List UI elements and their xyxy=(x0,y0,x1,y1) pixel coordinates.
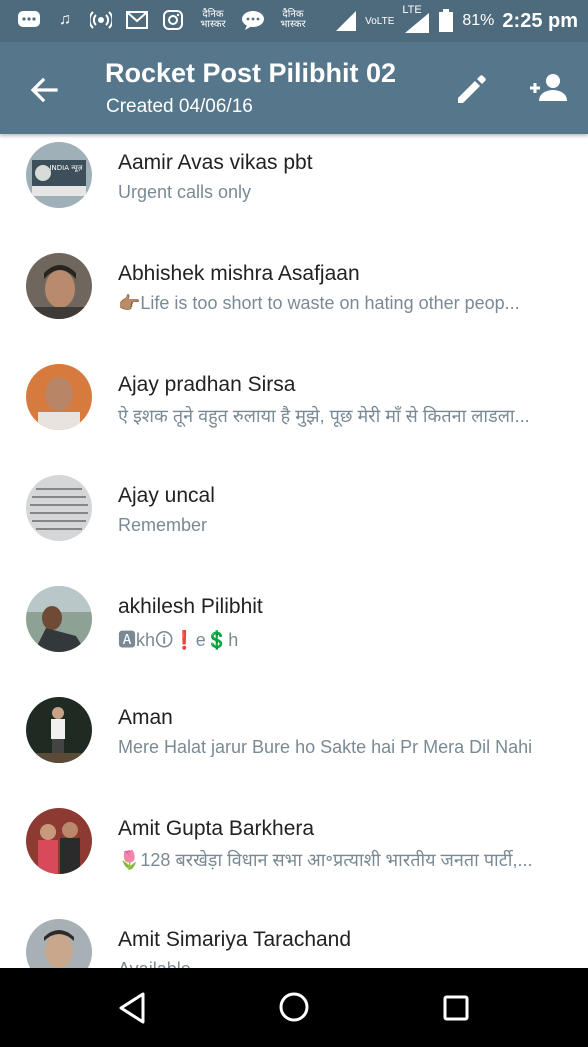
avatar-text: INDIA न्यूज़ xyxy=(49,164,83,172)
contact-status: Remember xyxy=(118,515,208,535)
navigation-bar xyxy=(0,968,588,1047)
contact-row[interactable]: INDIA न्यूज़ Aamir Avas vikas pbt Urgent… xyxy=(0,134,588,245)
gmail-icon xyxy=(124,8,150,32)
add-person-icon[interactable] xyxy=(526,70,570,106)
bhaskar-icon: दैनिक भास्कर xyxy=(280,9,306,30)
group-title: Rocket Post Pilibhit 02 xyxy=(105,58,397,88)
instagram-icon xyxy=(160,8,186,32)
contact-name: Abhishek mishra Asafjaan xyxy=(118,262,360,285)
bhaskar-icon: दैनिक भास्कर xyxy=(200,9,226,30)
avatar xyxy=(26,919,92,968)
avatar xyxy=(26,808,92,874)
signal-icon xyxy=(336,11,357,31)
avatar xyxy=(26,586,92,652)
contact-row[interactable]: Amit Gupta Barkhera 🌷128 बरखेड़ा विधान स… xyxy=(0,800,588,911)
lte-signal-icon: LTE xyxy=(402,4,430,34)
volte-label: VoLTE xyxy=(365,15,395,27)
contact-row[interactable]: akhilesh Pilibhit 🅰kh🛈❗e💲h xyxy=(0,578,588,689)
contact-name: akhilesh Pilibhit xyxy=(118,595,263,618)
contact-status: Mere Halat jarur Bure ho Sakte hai Pr Me… xyxy=(118,737,533,757)
contact-status: Available xyxy=(118,959,568,968)
edit-pencil-icon[interactable] xyxy=(454,70,490,106)
contact-row[interactable]: Ajay pradhan Sirsa ऐ इशक तूने वहुत रुलाय… xyxy=(0,356,588,467)
contact-name: Ajay uncal xyxy=(118,484,215,507)
group-created-date: Created 04/06/16 xyxy=(106,96,253,117)
contact-name: Amit Simariya Tarachand xyxy=(118,928,352,951)
contact-status: Urgent calls only xyxy=(118,182,252,202)
contact-row[interactable]: Amit Simariya Tarachand Available xyxy=(0,911,588,968)
nav-recents-icon[interactable] xyxy=(436,988,476,1028)
nav-back-icon[interactable] xyxy=(112,988,152,1028)
hotspot-icon xyxy=(88,8,114,32)
contact-row[interactable]: Aman Mere Halat jarur Bure ho Sakte hai … xyxy=(0,689,588,800)
message-icon xyxy=(16,8,42,32)
notification-icons: ♫ दैनिक भास्कर दैनिक भास्कर xyxy=(16,8,310,32)
contact-status: ऐ इशक तूने वहुत रुलाया है मुझे, पूछ मेरी… xyxy=(118,406,530,426)
battery-icon xyxy=(439,9,454,32)
chat-bubble-icon xyxy=(240,8,266,32)
contact-name: Ajay pradhan Sirsa xyxy=(118,373,296,396)
avatar xyxy=(26,364,92,430)
battery-percent: 81% xyxy=(462,12,495,29)
contact-status: 👉🏽Life is too short to waste on hating o… xyxy=(118,293,520,313)
status-bar: ♫ दैनिक भास्कर दैनिक भास्कर VoLTE LTE 81… xyxy=(0,0,588,42)
clock: 2:25 pm xyxy=(502,9,578,32)
contact-row[interactable]: Abhishek mishra Asafjaan 👉🏽Life is too s… xyxy=(0,245,588,356)
avatar xyxy=(26,697,92,763)
contact-name: Amit Gupta Barkhera xyxy=(118,817,315,840)
app-bar: Rocket Post Pilibhit 02 Created 04/06/16 xyxy=(0,42,588,134)
avatar xyxy=(26,253,92,319)
contact-list: INDIA न्यूज़ Aamir Avas vikas pbt Urgent… xyxy=(0,134,588,968)
contact-name: Aamir Avas vikas pbt xyxy=(118,151,313,174)
back-arrow-icon[interactable] xyxy=(26,72,62,108)
contact-status: 🌷128 बरखेड़ा विधान सभा आ॰प्रत्याशी भारती… xyxy=(118,850,533,870)
avatar: INDIA न्यूज़ xyxy=(26,142,92,208)
system-status: VoLTE LTE 81% 2:25 pm xyxy=(335,4,578,34)
contact-status: 🅰kh🛈❗e💲h xyxy=(118,630,239,650)
contact-row[interactable]: Ajay uncal Remember xyxy=(0,467,588,578)
nav-home-icon[interactable] xyxy=(274,987,314,1027)
music-icon: ♫ xyxy=(59,11,71,28)
avatar xyxy=(26,475,92,541)
contact-name: Aman xyxy=(118,706,173,729)
